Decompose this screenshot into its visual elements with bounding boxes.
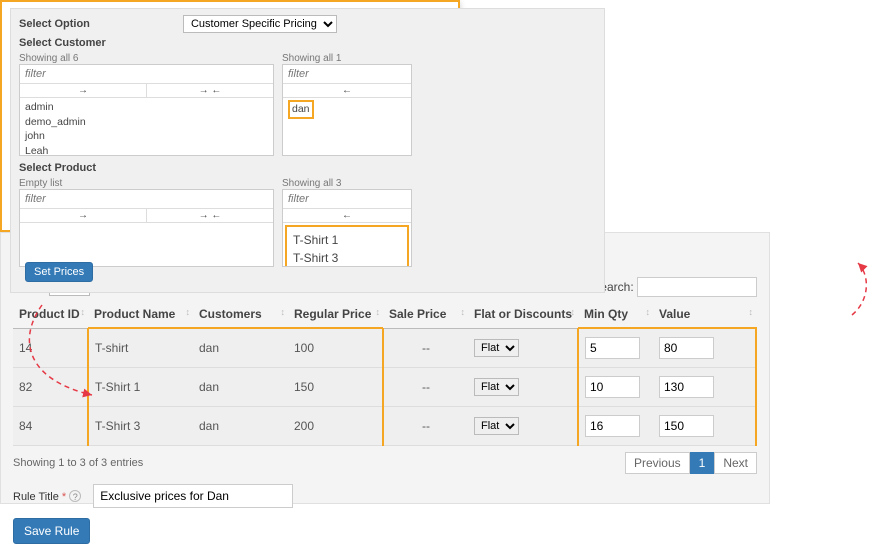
guide-arrow-icon [840,260,880,320]
minqty-input[interactable] [585,415,640,437]
rule-title-input[interactable] [93,484,293,508]
select-product-heading: Select Product [19,162,596,174]
customers-left-count: Showing all 6 [19,53,274,64]
customers-available-list[interactable]: → → ← admin demo_admin john Leah Minato … [19,64,274,156]
select-option-label: Select Option [19,18,90,30]
value-input[interactable] [659,376,714,398]
flat-select[interactable]: Flat [474,378,519,396]
col-sale[interactable]: Sale Price [389,307,446,321]
products-left-count: Empty list [19,178,274,189]
list-item[interactable]: T-Shirt 1 [293,231,401,249]
col-minqty[interactable]: Min Qty [584,307,628,321]
products-filter-left[interactable] [20,190,273,209]
prev-button[interactable]: Previous [625,452,690,474]
next-button[interactable]: Next [714,452,757,474]
sort-icon[interactable]: ↕ [281,307,285,317]
rules-table: Product ID↕ Product Name↕ Customers↕ Reg… [13,301,757,446]
products-available-list[interactable]: → → ← [19,189,274,267]
value-input[interactable] [659,415,714,437]
minqty-input[interactable] [585,337,640,359]
list-item[interactable]: Leah [25,144,268,155]
col-value[interactable]: Value [659,307,690,321]
customers-selected-list[interactable]: ← dan [282,64,412,156]
flat-select[interactable]: Flat [474,417,519,435]
select-customer-heading: Select Customer [19,37,596,49]
admin-panel: Select Option Customer Specific Pricing … [10,8,605,293]
help-icon[interactable]: ? [69,490,81,502]
table-row: 84 T-Shirt 3 dan 200 -- Flat [13,407,756,446]
list-item[interactable]: demo_admin [25,115,268,130]
minqty-input[interactable] [585,376,640,398]
col-name[interactable]: Product Name [94,307,175,321]
sort-icon[interactable]: ↕ [376,307,380,317]
customers-filter-left[interactable] [20,65,273,84]
option-select[interactable]: Customer Specific Pricing [183,15,337,33]
table-row: 14 T-shirt dan 100 -- Flat [13,328,756,368]
selected-customer[interactable]: dan [288,100,314,119]
col-regular[interactable]: Regular Price [294,307,371,321]
products-filter-right[interactable] [283,190,411,209]
table-info: Showing 1 to 3 of 3 entries [13,457,143,469]
products-selected-list[interactable]: ← T-Shirt 1 T-Shirt 3 T-shirt [282,189,412,267]
move-all-right-icon[interactable]: → ← [146,209,273,222]
page-button[interactable]: 1 [690,452,715,474]
move-left-icon[interactable]: ← [283,209,411,222]
customers-filter-right[interactable] [283,65,411,84]
set-prices-button[interactable]: Set Prices [25,262,93,282]
rule-title-label: Rule Title [13,491,59,503]
col-flat[interactable]: Flat or Discounts [474,307,572,321]
sort-icon[interactable]: ↕ [461,307,465,317]
table-row: 82 T-Shirt 1 dan 150 -- Flat [13,368,756,407]
list-item[interactable]: john [25,129,268,144]
products-right-count: Showing all 3 [282,178,412,189]
list-item[interactable]: admin [25,100,268,115]
sort-icon[interactable]: ↕ [186,307,190,317]
search-input[interactable] [637,277,757,297]
sort-icon[interactable]: ↕ [81,307,85,317]
flat-select[interactable]: Flat [474,339,519,357]
move-right-icon[interactable]: → [20,84,146,97]
customers-right-count: Showing all 1 [282,53,412,64]
save-rule-button[interactable]: Save Rule [13,518,90,544]
move-all-right-icon[interactable]: → ← [146,84,273,97]
col-id[interactable]: Product ID [19,307,80,321]
move-left-icon[interactable]: ← [283,84,411,97]
list-item[interactable]: T-Shirt 3 [293,249,401,266]
col-customers[interactable]: Customers [199,307,262,321]
sort-icon[interactable]: ↕ [571,307,575,317]
sort-icon[interactable]: ↕ [749,307,753,317]
move-right-icon[interactable]: → [20,209,146,222]
value-input[interactable] [659,337,714,359]
required-icon: * [62,491,66,503]
sort-icon[interactable]: ↕ [646,307,650,317]
